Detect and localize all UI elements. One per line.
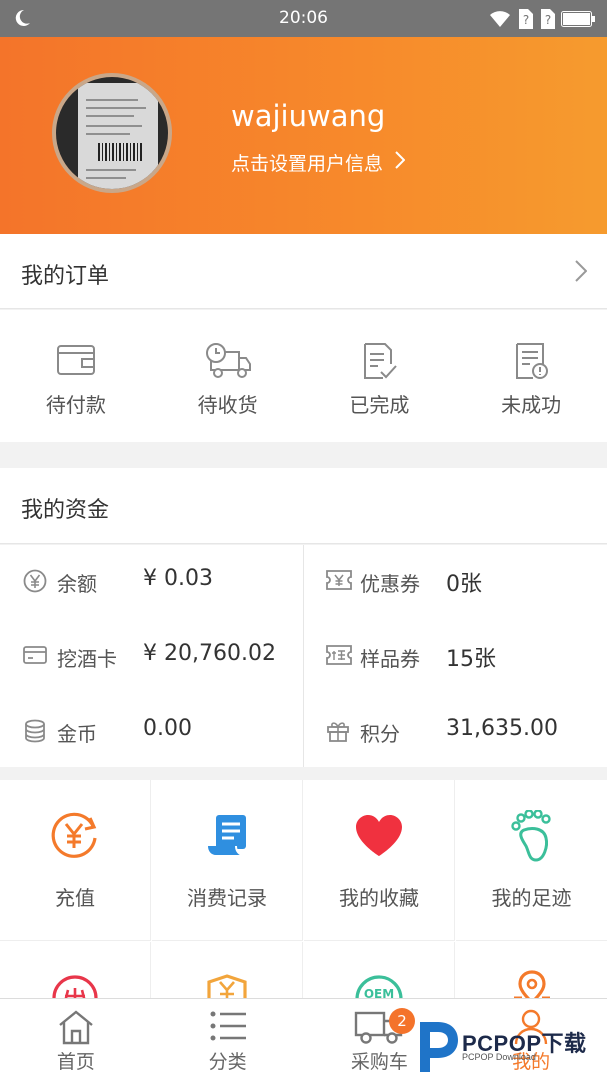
barcode-image: [98, 143, 142, 161]
my-funds-title: 我的资金: [21, 498, 110, 523]
yen-circle-icon: [23, 569, 47, 597]
order-pending-receipt-label: 待收货: [197, 393, 258, 417]
tab-category-label: 分类: [208, 1051, 247, 1073]
fund-coupon[interactable]: 优惠券 0张: [326, 561, 596, 601]
my-orders-title: 我的订单: [21, 264, 110, 289]
system-icons: ? ?: [489, 9, 595, 33]
card-icon: [23, 644, 47, 670]
recharge-label: 充值: [55, 886, 95, 910]
status-bar: 20:06 ? ?: [0, 0, 607, 37]
fund-gold-coins-label: 金币: [57, 722, 97, 746]
tab-home-label: 首页: [56, 1051, 95, 1073]
watermark-subtext: PCPOP Download: [462, 1052, 536, 1062]
fund-coupon-label: 优惠券: [360, 572, 420, 596]
fund-wine-card[interactable]: 挖酒卡 ¥ 20,760.02: [23, 636, 293, 676]
scroll-record-icon: [204, 812, 250, 862]
my-footprint-button[interactable]: 我的足迹: [456, 780, 607, 941]
watermark-logo: PCPOP下载 PCPOP Download: [414, 1018, 604, 1076]
order-pending-payment[interactable]: 待付款: [0, 310, 152, 442]
order-pending-payment-label: 待付款: [45, 393, 106, 417]
tab-home[interactable]: 首页: [0, 999, 152, 1080]
set-user-info-label: 点击设置用户信息: [231, 153, 384, 175]
consumption-record-label: 消费记录: [187, 886, 267, 910]
fund-coupon-value: 0张: [446, 572, 482, 597]
set-user-info-link[interactable]: 点击设置用户信息: [231, 149, 406, 176]
function-grid: 充值 消费记录 我的收藏 我的足迹 OEM: [0, 780, 607, 1023]
fund-balance-value: ¥ 0.03: [143, 566, 213, 591]
funds-grid: 余额 ¥ 0.03 优惠券 0张 挖酒卡 ¥ 20,760.02 样品券 15张…: [0, 545, 607, 767]
chevron-right-icon: [395, 151, 406, 174]
fund-wine-card-label: 挖酒卡: [57, 647, 117, 671]
oem-button[interactable]: OEM: [304, 942, 455, 1023]
my-orders-row[interactable]: 我的订单: [0, 234, 607, 309]
cart-count-badge: 2: [389, 1008, 415, 1034]
my-favorites-button[interactable]: 我的收藏: [304, 780, 455, 941]
my-footprint-label: 我的足迹: [491, 886, 572, 910]
pcpop-logo-icon: [414, 1020, 460, 1078]
profile-header: wajiuwang 点击设置用户信息: [0, 37, 607, 234]
svg-text:?: ?: [523, 13, 529, 27]
my-favorites-label: 我的收藏: [339, 886, 419, 910]
tab-category[interactable]: 分类: [152, 999, 304, 1080]
order-status-row: 待付款 待收货 已完成 未成功: [0, 310, 607, 442]
fund-sample-coupon[interactable]: 样品券 15张: [326, 636, 596, 676]
fund-points-label: 积分: [360, 722, 400, 746]
order-failed-label: 未成功: [501, 393, 562, 417]
list-icon: [208, 1009, 248, 1047]
location-button[interactable]: [456, 942, 607, 1005]
fund-points[interactable]: 积分 31,635.00: [326, 711, 596, 751]
sim-unknown-icon: ?: [539, 9, 555, 33]
fund-gold-coins[interactable]: 金币 0.00: [23, 711, 293, 751]
my-funds-header: 我的资金: [0, 468, 607, 544]
coins-icon: [23, 719, 47, 747]
footprint-icon: [508, 809, 556, 866]
fund-sample-coupon-label: 样品券: [360, 647, 420, 671]
exclusive-button[interactable]: [0, 942, 151, 1021]
heart-icon: [354, 814, 404, 862]
wallet-icon: [56, 342, 96, 382]
home-icon: [56, 1009, 96, 1049]
wifi-icon: [489, 10, 511, 32]
order-failed[interactable]: 未成功: [455, 310, 607, 442]
gift-icon: [326, 719, 350, 747]
document-check-icon: [361, 342, 398, 384]
fund-balance-label: 余额: [57, 572, 97, 596]
svg-text:?: ?: [545, 13, 551, 27]
chevron-right-icon: [575, 260, 588, 286]
fund-gold-coins-value: 0.00: [143, 716, 192, 741]
order-pending-receipt[interactable]: 待收货: [152, 310, 304, 442]
delivery-truck-icon: [205, 342, 251, 384]
order-completed[interactable]: 已完成: [304, 310, 456, 442]
consumption-record-button[interactable]: 消费记录: [152, 780, 303, 941]
sample-coupon-icon: [326, 644, 352, 670]
recharge-button[interactable]: 充值: [0, 780, 151, 941]
document-alert-icon: [513, 342, 549, 384]
fund-points-value: 31,635.00: [446, 716, 558, 741]
fund-sample-coupon-value: 15张: [446, 647, 496, 672]
coupon-icon: [326, 569, 352, 595]
order-completed-label: 已完成: [349, 393, 410, 417]
username: wajiuwang: [231, 99, 386, 133]
divider: [303, 545, 304, 767]
sim-unknown-icon: ?: [517, 9, 533, 33]
battery-icon: [561, 11, 595, 31]
recharge-icon: [50, 812, 100, 864]
avatar[interactable]: [52, 73, 172, 193]
yen-shield-button[interactable]: [152, 942, 303, 1004]
fund-balance[interactable]: 余额 ¥ 0.03: [23, 561, 293, 601]
fund-wine-card-value: ¥ 20,760.02: [143, 641, 276, 666]
